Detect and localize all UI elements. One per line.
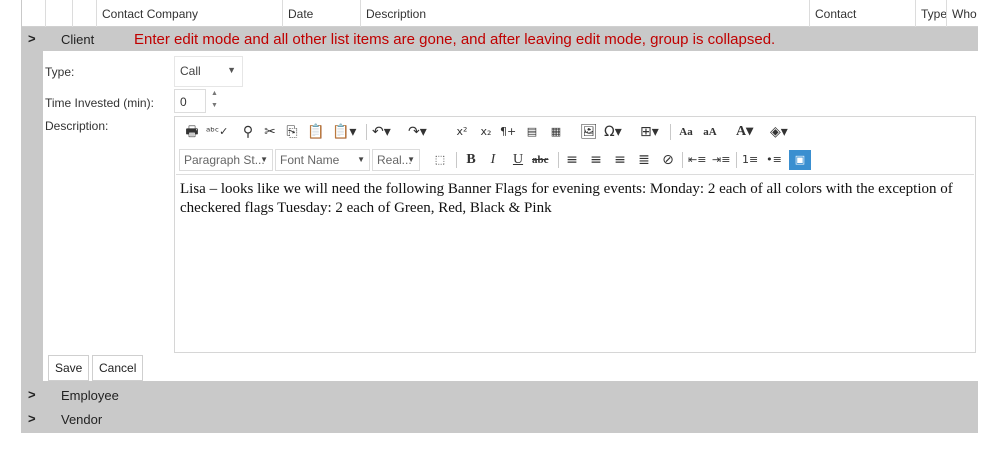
indent-icon[interactable]: ⇥≡ (712, 150, 730, 170)
toggle-html-icon[interactable]: ▣ (789, 150, 811, 170)
type-select-value: Call (180, 64, 201, 78)
toolbar-separator (558, 152, 559, 168)
chevron-down-icon: ▼ (407, 155, 415, 164)
annotation-note: Enter edit mode and all other list items… (134, 31, 776, 48)
spellcheck-icon[interactable]: ᵃᵇᶜ✓ (206, 122, 228, 142)
align-right-icon[interactable]: ≡ (612, 150, 628, 170)
find-icon[interactable]: ⚲ (240, 122, 256, 142)
header-spacer (45, 0, 72, 27)
time-invested-value: 0 (180, 95, 187, 109)
save-button[interactable]: Save (48, 355, 90, 381)
print-icon[interactable]: 🖶 (184, 122, 200, 142)
insert-symbol-icon[interactable]: ¶+ (500, 122, 516, 142)
toolbar-separator (456, 152, 457, 168)
font-name-value: Font Name (280, 153, 340, 167)
numbered-list-icon[interactable]: 1≡ (742, 150, 758, 170)
column-header-who[interactable]: Who (946, 0, 978, 27)
subscript-icon[interactable]: x₂ (478, 122, 494, 142)
toolbar-separator (682, 152, 683, 168)
italic-icon[interactable]: I (485, 150, 501, 170)
description-label: Description: (45, 119, 109, 133)
group-label: Vendor (61, 412, 103, 427)
font-name-select[interactable]: Font Name ▼ (275, 149, 370, 171)
header-spacer (72, 0, 96, 27)
font-size-select[interactable]: Real... ▼ (372, 149, 420, 171)
group-row-employee[interactable]: > Employee (22, 383, 978, 407)
omega-icon[interactable]: Ω▾ (604, 122, 622, 142)
insert-table-icon[interactable]: ▤ (524, 122, 540, 142)
column-header-date[interactable]: Date (282, 0, 360, 27)
toolbar-separator (736, 152, 737, 168)
column-header-contact[interactable]: Contact (809, 0, 915, 27)
bold-icon[interactable]: B (463, 150, 479, 170)
editor-toolbar-row-1: 🖶 ᵃᵇᶜ✓ ⚲ ✂ ⎘ 📋 📋▾ ↶▾ ↷▾ x² x₂ ¶+ ▤ ▦ 🖼 Ω… (176, 118, 974, 145)
chevron-down-icon: ▼ (227, 65, 236, 75)
group-row-client[interactable]: > Client Enter edit mode and all other l… (22, 27, 978, 51)
select-all-icon[interactable]: ⬚ (432, 150, 448, 170)
outdent-icon[interactable]: ⇤≡ (688, 150, 706, 170)
paragraph-style-value: Paragraph St... (184, 153, 265, 167)
toolbar-separator (670, 124, 671, 140)
rich-text-editor: 🖶 ᵃᵇᶜ✓ ⚲ ✂ ⎘ 📋 📋▾ ↶▾ ↷▾ x² x₂ ¶+ ▤ ▦ 🖼 Ω… (174, 116, 976, 353)
undo-icon[interactable]: ↶▾ (372, 122, 391, 142)
chevron-down-icon: ▼ (357, 155, 365, 164)
cut-icon[interactable]: ✂ (262, 122, 278, 142)
paragraph-style-select[interactable]: Paragraph St... ▼ (179, 149, 273, 171)
highlight-icon[interactable]: ◈▾ (770, 122, 788, 142)
edit-form: Type: Call ▼ Time Invested (min): 0 ▲ ▼ … (43, 51, 978, 381)
chevron-right-icon[interactable]: > (28, 410, 42, 428)
toolbar-separator (366, 124, 367, 140)
align-center-icon[interactable]: ≡ (588, 150, 604, 170)
type-select[interactable]: Call ▼ (174, 56, 243, 87)
time-invested-input[interactable]: 0 (174, 89, 206, 113)
column-header-type[interactable]: Type (915, 0, 947, 27)
column-header-description[interactable]: Description (360, 0, 809, 27)
group-label: Employee (61, 388, 119, 403)
superscript-icon[interactable]: x² (454, 122, 470, 142)
copy-icon[interactable]: ⎘ (284, 122, 300, 142)
editor-content[interactable]: Lisa – looks like we will need the follo… (176, 174, 974, 352)
font-size-icon[interactable]: aA (702, 122, 718, 142)
cancel-button[interactable]: Cancel (92, 355, 144, 381)
spin-up-icon[interactable]: ▲ (211, 90, 218, 97)
align-left-icon[interactable]: ≡ (564, 150, 580, 170)
paste-icon[interactable]: 📋 (307, 122, 324, 142)
image-icon[interactable]: 🖼 (580, 122, 598, 142)
grid-header: Contact Company Date Description Contact… (22, 0, 978, 27)
editor-toolbar-row-2: Paragraph St... ▼ Font Name ▼ Real... ▼ … (176, 146, 974, 173)
redo-icon[interactable]: ↷▾ (408, 122, 427, 142)
clear-format-icon[interactable]: ⊘ (660, 150, 676, 170)
chevron-down-icon: ▼ (260, 155, 268, 164)
column-header-contact-company[interactable]: Contact Company (96, 0, 282, 27)
group-label: Client (61, 32, 95, 47)
spin-down-icon[interactable]: ▼ (211, 102, 218, 109)
type-label: Type: (45, 65, 75, 79)
chevron-right-icon[interactable]: > (28, 386, 42, 404)
chevron-right-icon[interactable]: > (28, 30, 42, 48)
format-icon[interactable]: ▦ (548, 122, 564, 142)
font-case-icon[interactable]: Aa (678, 122, 694, 142)
font-color-icon[interactable]: A▾ (736, 122, 753, 142)
time-invested-label: Time Invested (min): (45, 96, 154, 110)
underline-icon[interactable]: U (510, 150, 526, 170)
header-spacer (22, 0, 45, 27)
table-icon[interactable]: ⊞▾ (640, 122, 659, 142)
paste-special-icon[interactable]: 📋▾ (332, 122, 356, 142)
group-row-vendor[interactable]: > Vendor (22, 407, 978, 431)
strikethrough-icon[interactable]: abc (532, 150, 549, 170)
justify-icon[interactable]: ≣ (636, 150, 652, 170)
bullet-list-icon[interactable]: •≡ (766, 150, 782, 170)
